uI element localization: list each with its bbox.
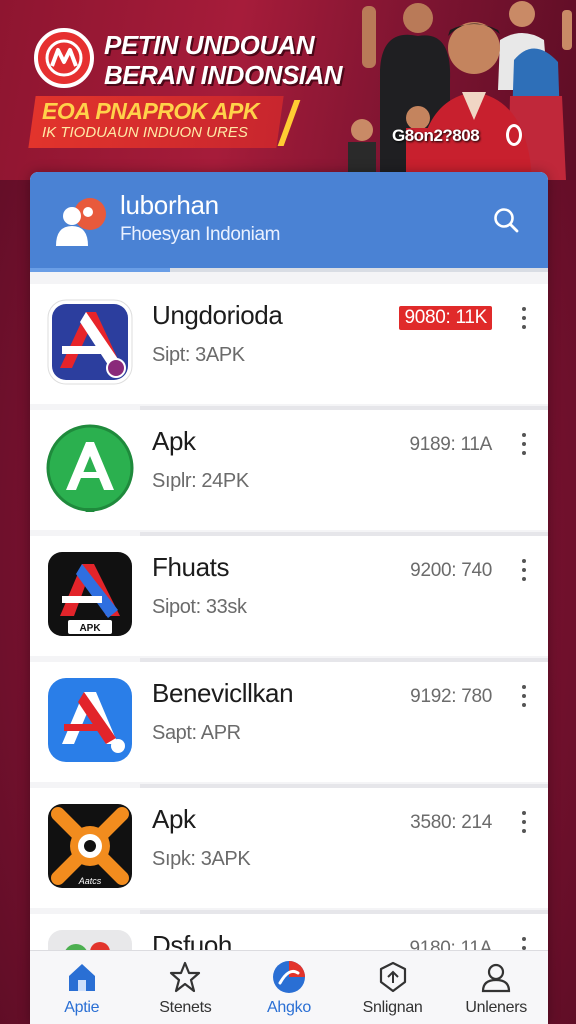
profile-icon xyxy=(478,959,514,995)
more-options-button[interactable] xyxy=(516,682,532,710)
app-logo-icon xyxy=(34,28,94,88)
app-meta: Sapt: APR xyxy=(152,722,241,744)
banner-people-image xyxy=(348,1,572,180)
more-options-button[interactable] xyxy=(516,430,532,458)
nav-item-stenets[interactable]: Stenets xyxy=(134,951,238,1024)
list-item[interactable]: Ungdorioda Sipt: 3APK 9080: 11K xyxy=(30,284,548,410)
apk-red-logo-icon xyxy=(47,299,133,385)
app-meta: Sipt: 3APK xyxy=(152,344,245,366)
app-name: Fhuats xyxy=(152,552,230,582)
app-meta: Sıplr: 24PK xyxy=(152,470,249,492)
nav-label: Unleners xyxy=(465,999,527,1016)
more-options-button[interactable] xyxy=(516,304,532,332)
banner-zero-mark xyxy=(506,124,522,146)
app-panel: luborhan Fhoesyan Indoniam Ungdorioda Si… xyxy=(30,172,548,1024)
header-title: luborhan xyxy=(120,190,219,220)
apk-green-logo-icon xyxy=(46,424,134,512)
nav-label: Ahgko xyxy=(267,999,311,1016)
bottom-navigation: Aptie Stenets Ahgko Snlignan Unleners xyxy=(30,950,548,1024)
banner-code: G8on2?808 xyxy=(392,126,480,145)
banner-tagline: IK TIODUAUN INDUON URES xyxy=(42,124,248,141)
list-item[interactable]: Apk Sıplr: 24PK 9189: 11A xyxy=(30,410,548,536)
header-subtitle: Fhoesyan Indoniam xyxy=(120,224,281,245)
star-icon xyxy=(167,959,203,995)
banner-subtitle: EOA PNAPROK APK xyxy=(42,98,260,124)
more-options-button[interactable] xyxy=(516,808,532,836)
app-name: Apk xyxy=(152,804,196,834)
download-count-badge: 9080: 11K xyxy=(399,306,492,330)
download-count: 3580: 214 xyxy=(410,812,492,833)
svg-text:Aatcs: Aatcs xyxy=(78,876,102,886)
list-item[interactable]: APK Fhuats Sipot: 33sk 9200: 740 xyxy=(30,536,548,662)
nav-label: Aptie xyxy=(64,999,100,1016)
user-avatar-icon[interactable] xyxy=(52,192,108,248)
shield-icon xyxy=(375,959,411,995)
apk-orange-logo-icon: Aatcs xyxy=(48,804,132,888)
app-name: Ungdorioda xyxy=(152,300,283,330)
panel-header: luborhan Fhoesyan Indoniam xyxy=(30,172,548,268)
nav-item-unleners[interactable]: Unleners xyxy=(444,951,548,1024)
header-active-indicator xyxy=(30,268,170,272)
svg-text:APK: APK xyxy=(79,623,101,634)
home-icon xyxy=(64,959,100,995)
app-meta: Sipot: 33sk xyxy=(152,596,247,618)
download-count: 9189: 11A xyxy=(409,434,492,455)
list-item[interactable]: Aatcs Apk Sıpk: 3APK 3580: 214 xyxy=(30,788,548,914)
app-meta: Sıpk: 3APK xyxy=(152,848,251,870)
search-button[interactable] xyxy=(488,202,524,238)
nav-label: Stenets xyxy=(159,999,212,1016)
app-icon xyxy=(271,959,307,995)
more-options-button[interactable] xyxy=(516,556,532,584)
nav-item-snlignan[interactable]: Snlignan xyxy=(341,951,445,1024)
nav-item-home[interactable]: Aptie xyxy=(30,951,134,1024)
app-name: Apk xyxy=(152,426,196,456)
promo-banner[interactable]: PETIN UNDOUAN BERAN INDONSIAN EOA PNAPRO… xyxy=(0,0,576,180)
banner-title: PETIN UNDOUAN BERAN INDONSIAN xyxy=(104,30,343,90)
nav-label: Snlignan xyxy=(362,999,423,1016)
app-name: Benevicllkan xyxy=(152,678,294,708)
search-icon xyxy=(494,208,519,233)
download-count: 9200: 740 xyxy=(410,560,492,581)
apk-black-logo-icon: APK xyxy=(48,552,132,636)
apk-blue-logo-icon xyxy=(48,678,132,762)
download-count: 9192: 780 xyxy=(410,686,492,707)
nav-item-ahgko[interactable]: Ahgko xyxy=(237,951,341,1024)
list-item[interactable]: Benevicllkan Sapt: APR 9192: 780 xyxy=(30,662,548,788)
